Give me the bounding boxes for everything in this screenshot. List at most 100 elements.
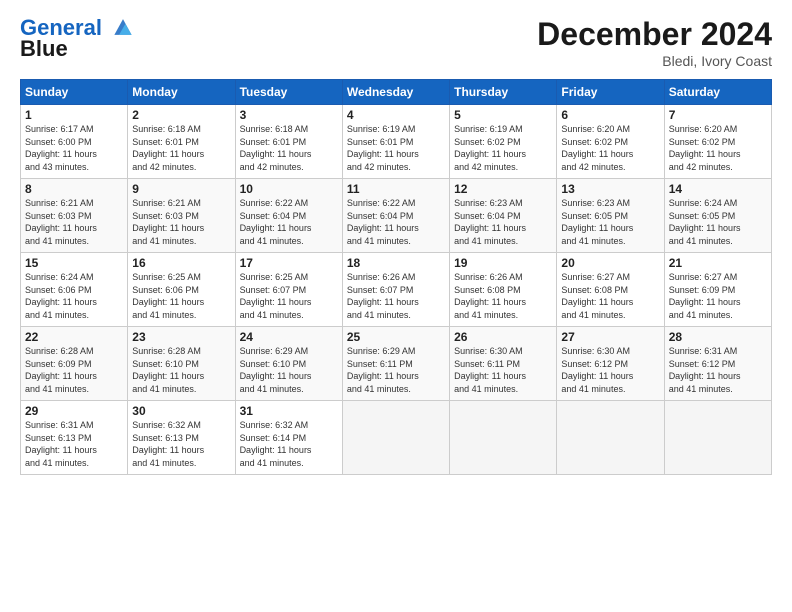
day-info: Sunrise: 6:32 AMSunset: 6:13 PMDaylight:…	[132, 420, 204, 468]
calendar-cell: 16 Sunrise: 6:25 AMSunset: 6:06 PMDayligh…	[128, 253, 235, 327]
day-info: Sunrise: 6:17 AMSunset: 6:00 PMDaylight:…	[25, 124, 97, 172]
calendar-table: SundayMondayTuesdayWednesdayThursdayFrid…	[20, 79, 772, 475]
day-info: Sunrise: 6:24 AMSunset: 6:05 PMDaylight:…	[669, 198, 741, 246]
calendar-week-row: 22 Sunrise: 6:28 AMSunset: 6:09 PMDayligh…	[21, 327, 772, 401]
calendar-cell: 1 Sunrise: 6:17 AMSunset: 6:00 PMDaylight…	[21, 105, 128, 179]
calendar-week-row: 15 Sunrise: 6:24 AMSunset: 6:06 PMDayligh…	[21, 253, 772, 327]
calendar-cell: 8 Sunrise: 6:21 AMSunset: 6:03 PMDaylight…	[21, 179, 128, 253]
day-number: 2	[132, 108, 230, 122]
logo-icon	[110, 16, 136, 38]
day-number: 15	[25, 256, 123, 270]
calendar-cell: 15 Sunrise: 6:24 AMSunset: 6:06 PMDayligh…	[21, 253, 128, 327]
day-number: 28	[669, 330, 767, 344]
calendar-cell: 19 Sunrise: 6:26 AMSunset: 6:08 PMDayligh…	[450, 253, 557, 327]
day-number: 6	[561, 108, 659, 122]
day-info: Sunrise: 6:27 AMSunset: 6:08 PMDaylight:…	[561, 272, 633, 320]
calendar-cell: 3 Sunrise: 6:18 AMSunset: 6:01 PMDaylight…	[235, 105, 342, 179]
weekday-header: Thursday	[450, 80, 557, 105]
day-info: Sunrise: 6:26 AMSunset: 6:07 PMDaylight:…	[347, 272, 419, 320]
day-number: 23	[132, 330, 230, 344]
calendar-cell: 17Sunrise: 6:25 AMSunset: 6:07 PMDayligh…	[235, 253, 342, 327]
day-number: 11	[347, 182, 445, 196]
day-number: 12	[454, 182, 552, 196]
day-number: 3	[240, 108, 338, 122]
calendar-cell	[664, 401, 771, 475]
day-number: 27	[561, 330, 659, 344]
subtitle: Bledi, Ivory Coast	[537, 53, 772, 69]
calendar-cell: 31 Sunrise: 6:32 AMSunset: 6:14 PMDayligh…	[235, 401, 342, 475]
day-info: Sunrise: 6:23 AMSunset: 6:05 PMDaylight:…	[561, 198, 633, 246]
calendar-cell: 6 Sunrise: 6:20 AMSunset: 6:02 PMDaylight…	[557, 105, 664, 179]
day-info: Sunrise: 6:29 AMSunset: 6:11 PMDaylight:…	[347, 346, 419, 394]
day-number: 24	[240, 330, 338, 344]
day-info: Sunrise: 6:32 AMSunset: 6:14 PMDaylight:…	[240, 420, 312, 468]
calendar-cell: 10Sunrise: 6:22 AMSunset: 6:04 PMDayligh…	[235, 179, 342, 253]
day-number: 14	[669, 182, 767, 196]
day-number: 21	[669, 256, 767, 270]
header-row: SundayMondayTuesdayWednesdayThursdayFrid…	[21, 80, 772, 105]
day-info: Sunrise: 6:26 AMSunset: 6:08 PMDaylight:…	[454, 272, 526, 320]
calendar-cell: 18 Sunrise: 6:26 AMSunset: 6:07 PMDayligh…	[342, 253, 449, 327]
calendar-cell: 4 Sunrise: 6:19 AMSunset: 6:01 PMDaylight…	[342, 105, 449, 179]
day-info: Sunrise: 6:30 AMSunset: 6:12 PMDaylight:…	[561, 346, 633, 394]
day-info: Sunrise: 6:24 AMSunset: 6:06 PMDaylight:…	[25, 272, 97, 320]
day-number: 17	[240, 256, 338, 270]
day-number: 4	[347, 108, 445, 122]
day-info: Sunrise: 6:27 AMSunset: 6:09 PMDaylight:…	[669, 272, 741, 320]
day-number: 10	[240, 182, 338, 196]
calendar-cell: 13Sunrise: 6:23 AMSunset: 6:05 PMDayligh…	[557, 179, 664, 253]
calendar-week-row: 1 Sunrise: 6:17 AMSunset: 6:00 PMDaylight…	[21, 105, 772, 179]
day-info: Sunrise: 6:30 AMSunset: 6:11 PMDaylight:…	[454, 346, 526, 394]
day-number: 20	[561, 256, 659, 270]
calendar-week-row: 29Sunrise: 6:31 AMSunset: 6:13 PMDayligh…	[21, 401, 772, 475]
calendar-cell: 21 Sunrise: 6:27 AMSunset: 6:09 PMDayligh…	[664, 253, 771, 327]
day-info: Sunrise: 6:20 AMSunset: 6:02 PMDaylight:…	[561, 124, 633, 172]
day-info: Sunrise: 6:29 AMSunset: 6:10 PMDaylight:…	[240, 346, 312, 394]
day-info: Sunrise: 6:18 AMSunset: 6:01 PMDaylight:…	[240, 124, 312, 172]
calendar-cell: 27 Sunrise: 6:30 AMSunset: 6:12 PMDayligh…	[557, 327, 664, 401]
calendar-cell: 11 Sunrise: 6:22 AMSunset: 6:04 PMDayligh…	[342, 179, 449, 253]
weekday-header: Sunday	[21, 80, 128, 105]
day-number: 26	[454, 330, 552, 344]
calendar-cell: 9Sunrise: 6:21 AMSunset: 6:03 PMDaylight…	[128, 179, 235, 253]
day-number: 8	[25, 182, 123, 196]
day-number: 9	[132, 182, 230, 196]
header: General Blue December 2024 Bledi, Ivory …	[20, 16, 772, 69]
calendar-cell: 12 Sunrise: 6:23 AMSunset: 6:04 PMDayligh…	[450, 179, 557, 253]
weekday-header: Tuesday	[235, 80, 342, 105]
weekday-header: Monday	[128, 80, 235, 105]
calendar-cell: 29Sunrise: 6:31 AMSunset: 6:13 PMDayligh…	[21, 401, 128, 475]
month-title: December 2024	[537, 16, 772, 53]
day-number: 19	[454, 256, 552, 270]
day-info: Sunrise: 6:19 AMSunset: 6:01 PMDaylight:…	[347, 124, 419, 172]
logo: General Blue	[20, 16, 136, 62]
day-info: Sunrise: 6:22 AMSunset: 6:04 PMDaylight:…	[347, 198, 419, 246]
day-number: 31	[240, 404, 338, 418]
calendar-cell: 26 Sunrise: 6:30 AMSunset: 6:11 PMDayligh…	[450, 327, 557, 401]
calendar-cell	[450, 401, 557, 475]
calendar-cell: 5Sunrise: 6:19 AMSunset: 6:02 PMDaylight…	[450, 105, 557, 179]
calendar-cell: 7Sunrise: 6:20 AMSunset: 6:02 PMDaylight…	[664, 105, 771, 179]
title-block: December 2024 Bledi, Ivory Coast	[537, 16, 772, 69]
calendar-cell: 22 Sunrise: 6:28 AMSunset: 6:09 PMDayligh…	[21, 327, 128, 401]
day-number: 18	[347, 256, 445, 270]
day-info: Sunrise: 6:20 AMSunset: 6:02 PMDaylight:…	[669, 124, 741, 172]
day-number: 1	[25, 108, 123, 122]
calendar-week-row: 8 Sunrise: 6:21 AMSunset: 6:03 PMDaylight…	[21, 179, 772, 253]
day-info: Sunrise: 6:28 AMSunset: 6:09 PMDaylight:…	[25, 346, 97, 394]
calendar-cell	[557, 401, 664, 475]
day-info: Sunrise: 6:25 AMSunset: 6:06 PMDaylight:…	[132, 272, 204, 320]
day-info: Sunrise: 6:19 AMSunset: 6:02 PMDaylight:…	[454, 124, 526, 172]
day-number: 16	[132, 256, 230, 270]
day-info: Sunrise: 6:21 AMSunset: 6:03 PMDaylight:…	[25, 198, 97, 246]
day-info: Sunrise: 6:28 AMSunset: 6:10 PMDaylight:…	[132, 346, 204, 394]
calendar-cell	[342, 401, 449, 475]
calendar-cell: 23 Sunrise: 6:28 AMSunset: 6:10 PMDayligh…	[128, 327, 235, 401]
calendar-cell: 2Sunrise: 6:18 AMSunset: 6:01 PMDaylight…	[128, 105, 235, 179]
day-info: Sunrise: 6:23 AMSunset: 6:04 PMDaylight:…	[454, 198, 526, 246]
calendar-cell: 25Sunrise: 6:29 AMSunset: 6:11 PMDayligh…	[342, 327, 449, 401]
day-number: 22	[25, 330, 123, 344]
day-number: 29	[25, 404, 123, 418]
weekday-header: Saturday	[664, 80, 771, 105]
weekday-header: Wednesday	[342, 80, 449, 105]
